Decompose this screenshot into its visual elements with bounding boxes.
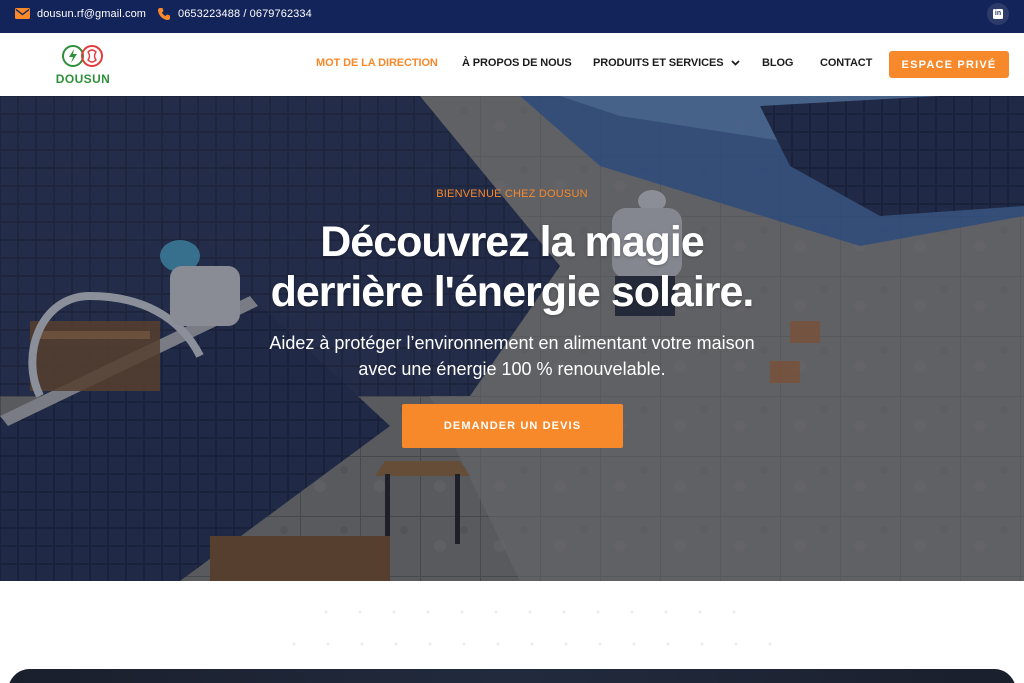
chevron-down-icon [731,60,741,66]
nav-a-propos[interactable]: À PROPOS DE NOUS [462,57,572,69]
nav-mot-de-la-direction[interactable]: MOT DE LA DIRECTION [316,57,438,69]
hero-subtitle-line2: avec une énergie 100 % renouvelable. [358,359,666,379]
logo-mark-icon [62,45,103,67]
nav-blog[interactable]: BLOG [762,57,793,69]
hero-section: BIENVENUE CHEZ DOUSUN Découvrez la magie… [0,96,1024,581]
nav-produits-label: PRODUITS ET SERVICES [593,57,724,69]
linkedin-icon[interactable]: in [987,3,1009,25]
phone-contact[interactable]: 0653223488 / 0679762334 [157,0,312,27]
main-header: DOUSUN MOT DE LA DIRECTION À PROPOS DE N… [0,33,1024,96]
hero-title-line2: derrière l'énergie solaire. [270,268,755,316]
hero-subtitle: Aidez à protéger l’environnement en alim… [0,330,1024,382]
email-text: dousun.rf@gmail.com [37,7,147,20]
next-section-dark-card [8,669,1016,683]
espace-prive-button[interactable]: ESPACE PRIVÉ [889,51,1009,78]
email-contact[interactable]: dousun.rf@gmail.com [15,0,146,27]
brand-logo[interactable]: DOUSUN [52,42,114,86]
top-contact-bar: dousun.rf@gmail.com 0653223488 / 0679762… [0,0,1024,33]
hero-title-line1: Découvrez la magie [320,218,705,266]
hero-subtitle-line1: Aidez à protéger l’environnement en alim… [269,333,755,353]
decorative-dot-pattern [292,610,772,646]
phone-icon [158,7,170,20]
demander-un-devis-button[interactable]: DEMANDER UN DEVIS [402,404,623,448]
nav-produits-et-services[interactable]: PRODUITS ET SERVICES [593,57,741,69]
nav-contact[interactable]: CONTACT [820,57,872,69]
hero-eyebrow: BIENVENUE CHEZ DOUSUN [436,188,588,200]
brand-name: DOUSUN [55,72,111,86]
phone-text: 0653223488 / 0679762334 [178,7,312,20]
hero-title: Découvrez la magie derrière l'énergie so… [0,217,1024,317]
mail-icon [15,8,30,19]
